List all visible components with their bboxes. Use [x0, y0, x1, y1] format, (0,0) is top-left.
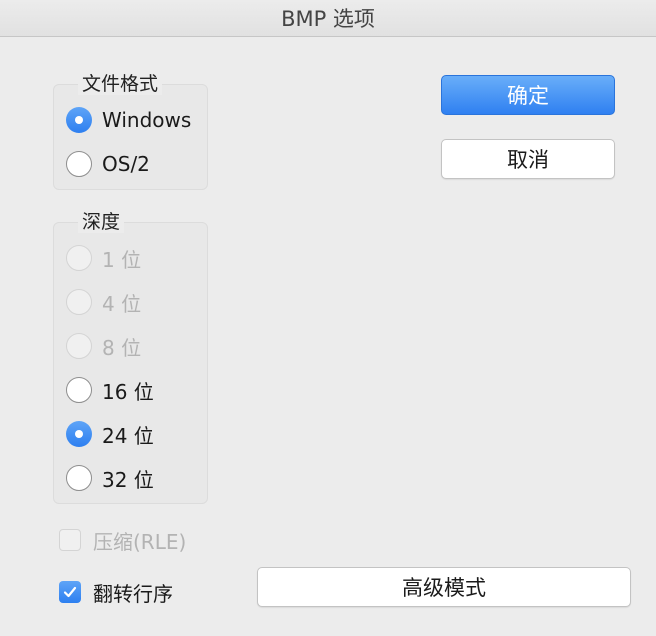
checkmark-icon: [63, 586, 77, 598]
radio-depth-4bit-label: 4 位: [102, 291, 142, 316]
radio-depth-24bit[interactable]: 24 位: [66, 419, 154, 449]
radio-depth-1bit[interactable]: 1 位: [66, 243, 141, 273]
radio-button-icon[interactable]: [66, 377, 92, 403]
ok-button[interactable]: 确定: [441, 75, 615, 115]
checkbox-disabled-icon[interactable]: [59, 529, 81, 551]
radio-button-checked-icon[interactable]: [66, 107, 92, 133]
radio-depth-8bit-label: 8 位: [102, 335, 142, 360]
radio-depth-16bit[interactable]: 16 位: [66, 375, 154, 405]
advanced-mode-button[interactable]: 高级模式: [257, 567, 631, 607]
radio-button-disabled-icon[interactable]: [66, 245, 92, 271]
radio-depth-4bit[interactable]: 4 位: [66, 287, 141, 317]
radio-button-icon[interactable]: [66, 465, 92, 491]
cancel-button[interactable]: 取消: [441, 139, 615, 179]
radio-os2-label: OS/2: [102, 152, 150, 176]
radio-depth-8bit[interactable]: 8 位: [66, 331, 141, 361]
compress-rle-checkbox-row[interactable]: 压缩(RLE): [59, 526, 186, 554]
radio-button-checked-icon[interactable]: [66, 421, 92, 447]
radio-os2[interactable]: OS/2: [66, 149, 150, 179]
radio-depth-32bit[interactable]: 32 位: [66, 463, 154, 493]
window-titlebar: BMP 选项: [0, 0, 656, 37]
radio-windows[interactable]: Windows: [66, 105, 191, 135]
radio-button-disabled-icon[interactable]: [66, 289, 92, 315]
window-title: BMP 选项: [281, 7, 375, 31]
depth-title: 深度: [78, 211, 125, 233]
checkbox-checked-icon[interactable]: [59, 581, 81, 603]
flip-row-order-checkbox-row[interactable]: 翻转行序: [59, 578, 173, 606]
bmp-options-dialog: BMP 选项 文件格式 Windows OS/2 深度 1 位 4 位 8 位 …: [0, 0, 656, 636]
file-format-title: 文件格式: [78, 73, 163, 95]
radio-windows-label: Windows: [102, 108, 192, 132]
flip-row-order-label: 翻转行序: [93, 581, 173, 606]
radio-button-disabled-icon[interactable]: [66, 333, 92, 359]
radio-button-icon[interactable]: [66, 151, 92, 177]
compress-rle-label: 压缩(RLE): [93, 529, 187, 554]
radio-depth-32bit-label: 32 位: [102, 467, 154, 492]
radio-depth-1bit-label: 1 位: [102, 247, 142, 272]
radio-depth-24bit-label: 24 位: [102, 423, 154, 448]
radio-depth-16bit-label: 16 位: [102, 379, 154, 404]
